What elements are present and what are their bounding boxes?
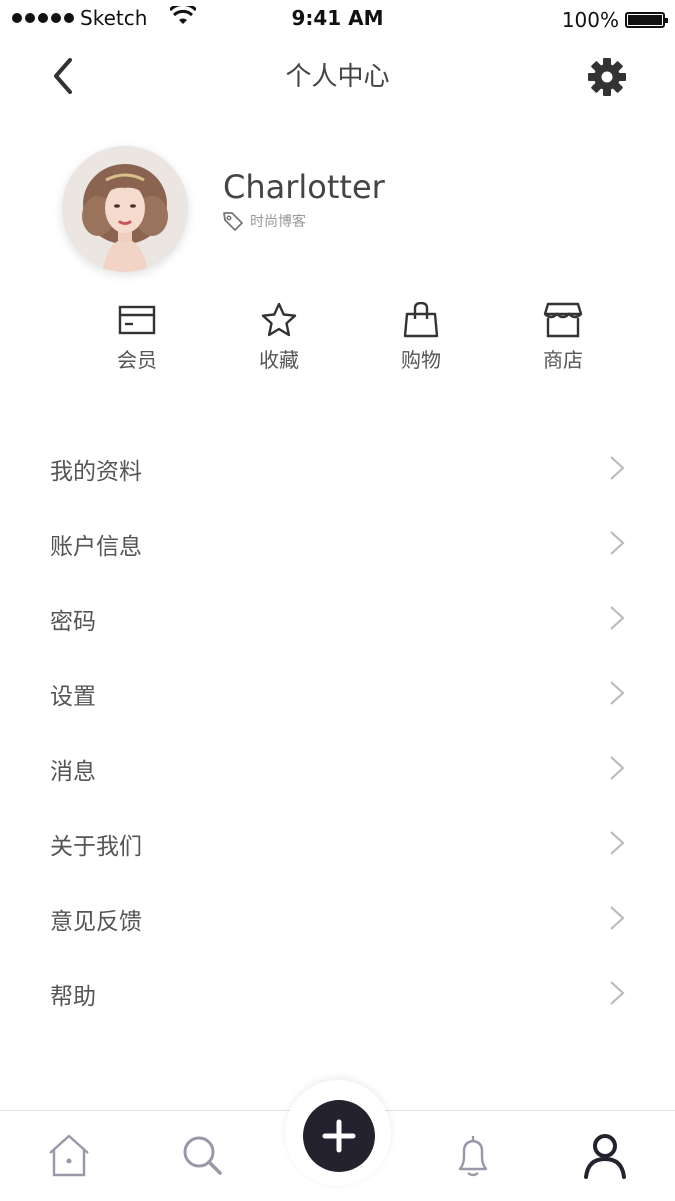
avatar-portrait — [62, 146, 188, 272]
store-icon — [543, 302, 583, 338]
user-icon — [584, 1134, 626, 1179]
quick-action-label: 购物 — [401, 348, 441, 372]
menu-item-account[interactable]: 账户信息 — [0, 505, 675, 580]
menu-item-label: 帮助 — [50, 984, 96, 1010]
card-icon — [118, 305, 156, 335]
page-title: 个人中心 — [285, 62, 390, 92]
chevron-right-icon — [610, 456, 625, 480]
tab-home[interactable] — [44, 1131, 94, 1181]
tab-search[interactable] — [178, 1131, 228, 1181]
quick-action-favorites[interactable]: 收藏 — [224, 302, 334, 373]
chevron-right-icon — [610, 606, 625, 630]
menu-item-messages[interactable]: 消息 — [0, 730, 675, 805]
menu-item-profile[interactable]: 我的资料 — [0, 430, 675, 505]
menu-item-label: 我的资料 — [50, 459, 142, 485]
bell-icon — [458, 1136, 488, 1177]
menu-list: 我的资料 账户信息 密码 设置 消息 关于我们 意见反馈 帮助 — [0, 430, 675, 1030]
shopping-bag-icon — [403, 302, 439, 338]
avatar[interactable] — [62, 146, 188, 272]
search-icon — [183, 1136, 222, 1175]
menu-item-label: 消息 — [50, 759, 96, 785]
battery-group: 100% — [561, 8, 668, 32]
menu-item-label: 意见反馈 — [50, 909, 142, 935]
chevron-right-icon — [610, 981, 625, 1005]
menu-item-label: 密码 — [50, 609, 96, 635]
home-icon — [49, 1134, 89, 1177]
profile-tag: 时尚博客 — [222, 210, 306, 232]
quick-action-label: 商店 — [543, 348, 583, 372]
quick-action-shopping[interactable]: 购物 — [366, 302, 476, 373]
chevron-right-icon — [610, 681, 625, 705]
menu-item-settings[interactable]: 设置 — [0, 655, 675, 730]
gear-icon — [588, 58, 626, 96]
chevron-right-icon — [610, 756, 625, 780]
battery-icon — [625, 12, 668, 28]
chevron-right-icon — [610, 831, 625, 855]
menu-item-help[interactable]: 帮助 — [0, 955, 675, 1030]
status-bar: Sketch 9:41 AM 100% — [0, 0, 675, 40]
menu-item-feedback[interactable]: 意见反馈 — [0, 880, 675, 955]
plus-icon — [322, 1119, 356, 1153]
menu-item-label: 账户信息 — [50, 534, 142, 560]
tag-icon — [223, 212, 243, 231]
settings-button[interactable] — [586, 56, 628, 98]
battery-percent: 100% — [561, 8, 619, 32]
quick-action-store[interactable]: 商店 — [508, 302, 618, 373]
chevron-right-icon — [610, 906, 625, 930]
menu-item-label: 设置 — [50, 684, 96, 710]
menu-item-about[interactable]: 关于我们 — [0, 805, 675, 880]
quick-action-label: 会员 — [117, 348, 157, 372]
tab-profile[interactable] — [580, 1131, 630, 1181]
star-icon — [261, 302, 297, 337]
quick-action-member[interactable]: 会员 — [82, 302, 192, 373]
quick-action-label: 收藏 — [259, 348, 299, 372]
chevron-right-icon — [610, 531, 625, 555]
menu-item-label: 关于我们 — [50, 834, 142, 860]
menu-item-password[interactable]: 密码 — [0, 580, 675, 655]
profile-name: Charlotter — [223, 168, 385, 206]
tab-notifications[interactable] — [448, 1131, 498, 1181]
add-button[interactable] — [303, 1100, 375, 1172]
profile-tag-label: 时尚博客 — [250, 214, 306, 230]
